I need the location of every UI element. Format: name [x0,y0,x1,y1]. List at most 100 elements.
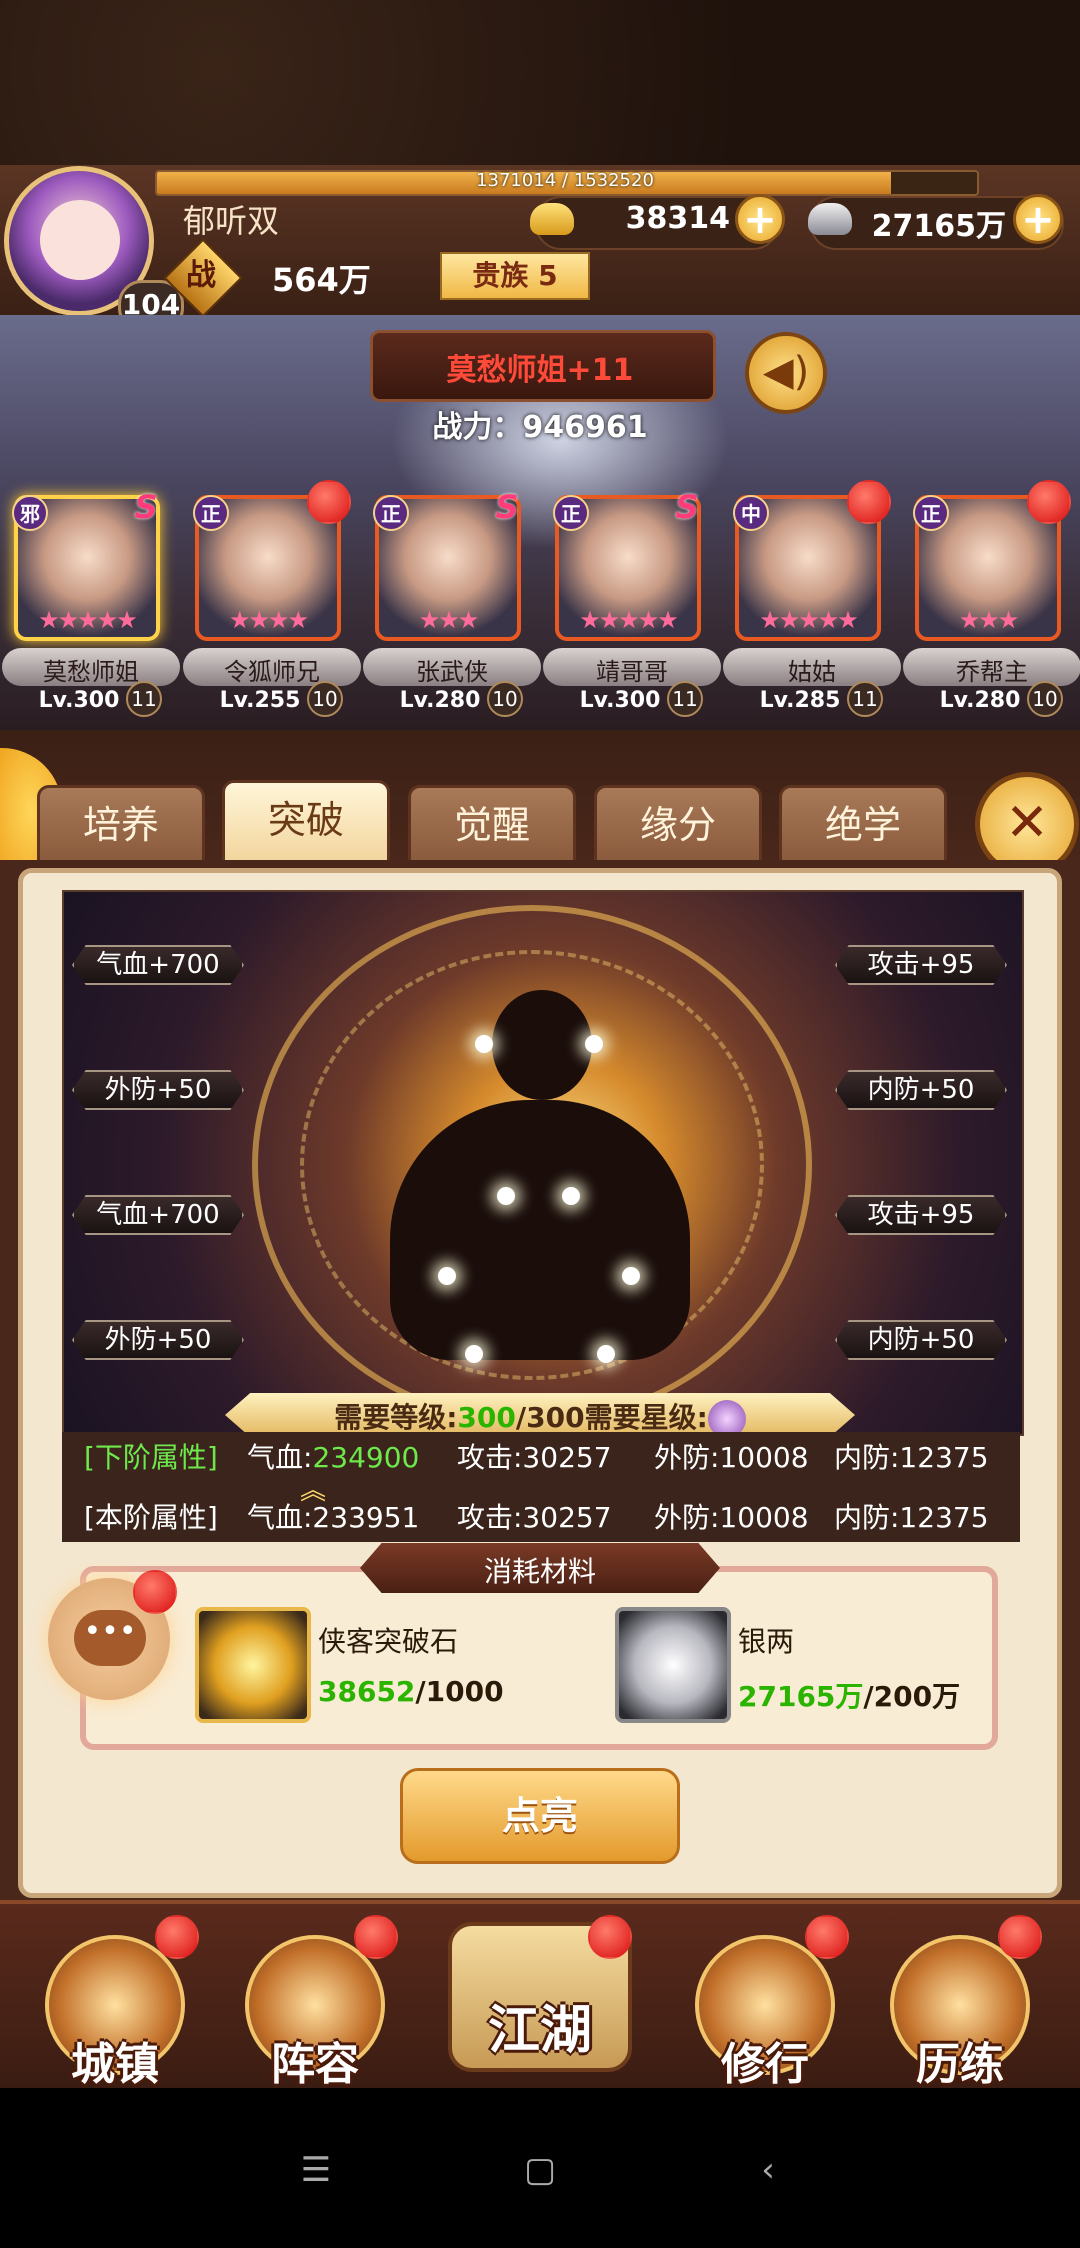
hero-level-badge: 10 [487,681,523,717]
vip-badge[interactable]: 贵族 5 [440,252,590,300]
material-name: 侠客突破石 [318,1625,459,1658]
acupoint-node[interactable] [597,1345,615,1363]
next-inner-def: 内防:12375 [834,1441,989,1474]
current-atk: 攻击:30257 [457,1501,612,1534]
speaker-icon[interactable]: ◀) [745,332,827,414]
add-gold-button[interactable]: + [735,194,785,244]
next-stage-row: [下阶属性] 气血:234900 攻击:30257 外防:10008 内防:12… [62,1430,1020,1485]
attr-tag-left: 气血+700 [72,945,244,985]
rank-mark: S [495,488,519,526]
silver-amount: 27165万 [871,209,1006,244]
notification-dot [805,1915,849,1959]
notification-dot [1027,480,1071,524]
acupoint-node[interactable] [562,1187,580,1205]
current-hp: 气血:233951 [247,1501,420,1534]
hero-name: 令狐师兄 [224,658,320,686]
tab-5[interactable]: 绝学 [779,785,947,865]
hero-name: 张武侠 [416,658,488,686]
hero-level-badge: 11 [126,681,162,717]
acupoint-node[interactable] [497,1187,515,1205]
back-icon[interactable]: ‹ [738,2150,798,2190]
next-stage-label: [下阶属性] [84,1441,218,1474]
material-name: 银两 [738,1625,795,1658]
notification-dot [847,480,891,524]
rank-mark: S [134,488,158,526]
attr-tag-left: 外防+50 [72,1070,244,1110]
avatar-face [40,200,120,280]
notification-dot [155,1915,199,1959]
notification-dot [588,1915,632,1959]
nav-jianghu-label: 江湖 [487,2001,592,2061]
hero-silhouette-body [390,1100,690,1360]
faction-badge: 正 [373,495,409,531]
acupoint-node[interactable] [585,1035,603,1053]
add-silver-button[interactable]: + [1013,194,1063,244]
tab-2[interactable]: 突破 [222,780,390,868]
attr-tag-left: 气血+700 [72,1195,244,1235]
light-up-button[interactable]: 点亮 [400,1768,680,1864]
material-have: 38652 [318,1675,416,1708]
battle-power-value: 564万 [272,261,371,299]
notification-dot [354,1915,398,1959]
hero-level-badge: 11 [847,681,883,717]
faction-badge: 邪 [12,495,48,531]
material-need: /200万 [863,1680,961,1713]
hero-level-badge: 10 [307,681,343,717]
attr-tag-right: 攻击+95 [835,945,1007,985]
material-quantity: 27165万/200万 [738,1675,960,1715]
silver-ingot-icon[interactable] [615,1607,731,1723]
next-outer-def: 外防:10008 [654,1441,809,1474]
player-name: 郁听双 [183,202,280,240]
faction-badge: 正 [913,495,949,531]
faction-badge: 正 [193,495,229,531]
notification-dot [307,480,351,524]
tab-1[interactable]: 培养 [37,785,205,865]
current-stage-label: [本阶属性] [84,1501,218,1534]
menu-icon[interactable]: ☰ [286,2150,346,2190]
hero-name: 乔帮主 [956,658,1028,686]
material-have: 27165万 [738,1680,864,1713]
current-outer-def: 外防:10008 [654,1501,809,1534]
acupoint-node[interactable] [465,1345,483,1363]
hero-silhouette-head [492,990,592,1100]
hero-level-badge: 11 [667,681,703,717]
next-hp: 气血:234900 [247,1430,419,1485]
faction-badge: 正 [553,495,589,531]
home-icon[interactable]: ▢ [510,2150,570,2190]
next-atk: 攻击:30257 [457,1441,612,1474]
attr-tag-right: 攻击+95 [835,1195,1007,1235]
star-rating: ★★★★ [228,606,309,634]
nav-training-label: 历练 [916,2039,1004,2090]
attr-tag-right: 内防+50 [835,1070,1007,1110]
material-quantity: 38652/1000 [318,1675,504,1708]
chat-icon: ••• [74,1610,146,1666]
star-rating: ★★★★★ [579,606,679,634]
tab-3[interactable]: 觉醒 [408,785,576,865]
exp-text: 1371014 / 1532520 [476,170,654,191]
star-rating: ★★★★★ [759,606,859,634]
current-inner-def: 内防:12375 [834,1501,989,1534]
faction-badge: 中 [733,495,769,531]
notification-dot [133,1570,177,1614]
hero-level-badge: 10 [1027,681,1063,717]
materials-title: 消耗材料 [483,1555,596,1588]
hero-title: 莫愁师姐+11 [446,353,634,388]
notification-dot [998,1915,1042,1959]
attr-tag-right: 内防+50 [835,1320,1007,1360]
hero-name: 靖哥哥 [596,658,668,686]
tab-4[interactable]: 缘分 [594,785,762,865]
nav-town-label: 城镇 [71,2039,159,2090]
top-decor-band [0,0,1080,165]
current-stage-row: [本阶属性] 气血:233951 攻击:30257 外防:10008 内防:12… [62,1490,1020,1545]
battle-power-char: 战 [186,258,216,293]
rank-mark: S [675,488,699,526]
acupoint-node[interactable] [438,1267,456,1285]
breakthrough-stone-icon[interactable] [195,1607,311,1723]
nav-lineup-label: 阵容 [271,2039,359,2090]
material-need: /1000 [415,1675,504,1708]
hero-name: 姑姑 [788,658,836,686]
acupoint-node[interactable] [622,1267,640,1285]
star-rating: ★★★ [418,606,480,634]
acupoint-node[interactable] [475,1035,493,1053]
star-rating: ★★★★★ [38,606,138,634]
